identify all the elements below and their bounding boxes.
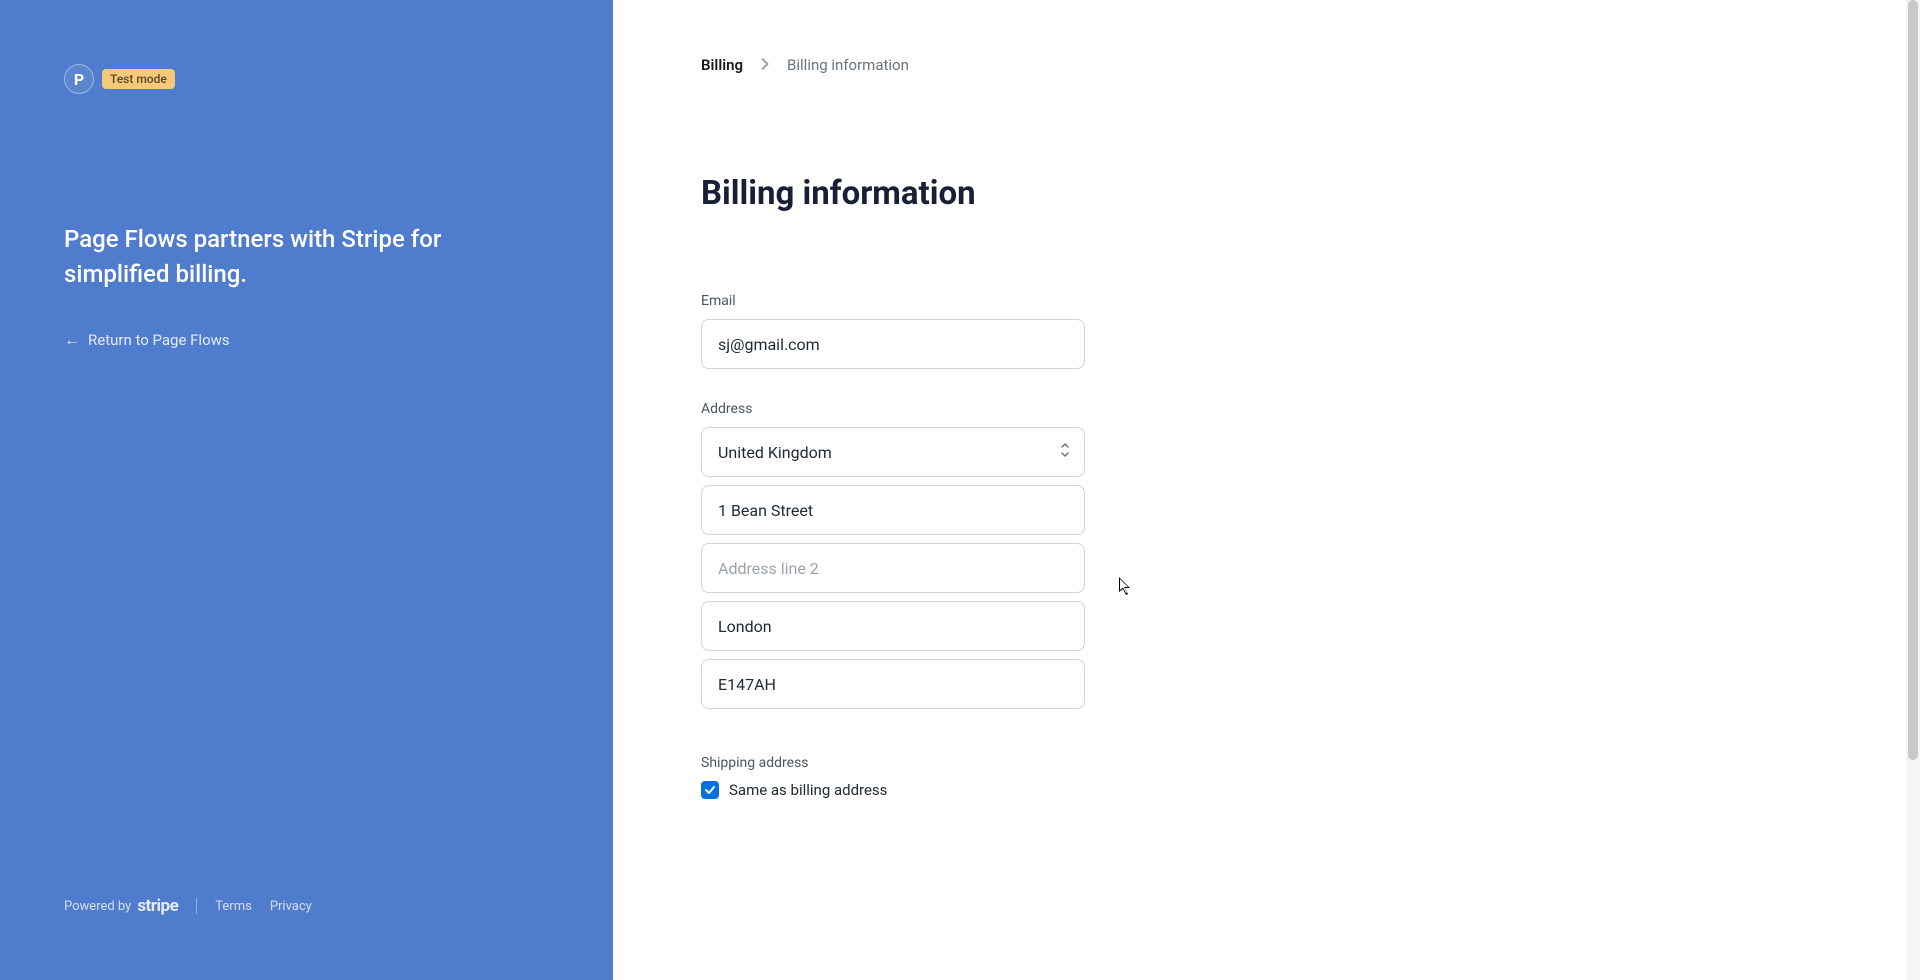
sidebar: P Test mode Page Flows partners with Str… <box>0 0 613 980</box>
same-as-billing-row: Same as billing address <box>701 781 1085 799</box>
footer-divider <box>196 898 197 914</box>
brand-icon: P <box>64 64 94 94</box>
return-link-label: Return to Page Flows <box>88 331 230 349</box>
email-input[interactable] <box>701 319 1085 369</box>
breadcrumb: Billing Billing information <box>701 56 1832 74</box>
shipping-section: Shipping address Same as billing address <box>701 755 1085 799</box>
address-line1-input[interactable] <box>701 485 1085 535</box>
shipping-label: Shipping address <box>701 755 1085 771</box>
country-select[interactable] <box>701 427 1085 477</box>
powered-by: Powered by stripe <box>64 896 178 916</box>
scrollbar-thumb[interactable] <box>1908 0 1918 760</box>
brand-letter: P <box>74 70 84 89</box>
arrow-left-icon: ← <box>64 330 80 350</box>
sidebar-heading: Page Flows partners with Stripe for simp… <box>64 222 549 292</box>
breadcrumb-billing-link[interactable]: Billing <box>701 56 743 74</box>
postal-code-input[interactable] <box>701 659 1085 709</box>
powered-by-text: Powered by <box>64 899 131 914</box>
terms-link[interactable]: Terms <box>215 899 252 914</box>
scrollbar-track[interactable] <box>1906 0 1920 980</box>
brand-row: P Test mode <box>64 64 549 94</box>
country-select-wrapper <box>701 427 1085 477</box>
stripe-logo: stripe <box>137 896 178 916</box>
same-as-billing-checkbox[interactable] <box>701 781 719 799</box>
chevron-right-icon <box>761 56 769 74</box>
email-label: Email <box>701 293 1085 309</box>
address-line2-input[interactable] <box>701 543 1085 593</box>
main-content: Billing Billing information Billing info… <box>613 0 1920 980</box>
return-link[interactable]: ← Return to Page Flows <box>64 330 549 350</box>
address-stack <box>701 427 1085 709</box>
billing-form: Email Address <box>701 293 1085 799</box>
test-mode-badge: Test mode <box>102 69 175 89</box>
check-icon <box>704 784 716 796</box>
page-title: Billing information <box>701 174 1832 213</box>
city-input[interactable] <box>701 601 1085 651</box>
same-as-billing-label: Same as billing address <box>729 781 887 799</box>
email-field-group: Email <box>701 293 1085 369</box>
privacy-link[interactable]: Privacy <box>270 899 312 914</box>
sidebar-footer: Powered by stripe Terms Privacy <box>64 896 549 916</box>
breadcrumb-current: Billing information <box>787 56 909 74</box>
address-field-group: Address <box>701 401 1085 709</box>
address-label: Address <box>701 401 1085 417</box>
